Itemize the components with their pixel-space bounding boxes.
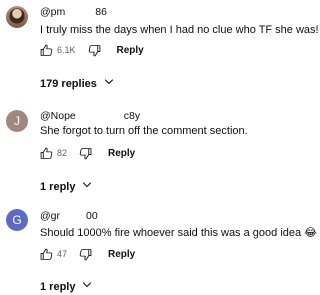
- reply-button[interactable]: Reply: [108, 249, 135, 260]
- reply-button[interactable]: Reply: [108, 148, 135, 159]
- avatar[interactable]: J: [6, 110, 28, 132]
- view-replies-button[interactable]: 179 replies: [40, 76, 115, 91]
- like-count: 6.1K: [57, 45, 76, 55]
- laughing-emoji: 😂: [304, 227, 317, 239]
- like-count: 47: [57, 249, 68, 259]
- comment-text: Should 1000% fire whoever said this was …: [40, 227, 317, 239]
- comment-handle[interactable]: @pm 86: [40, 6, 107, 18]
- comment-text: She forgot to turn off the comment secti…: [40, 125, 248, 137]
- thumbs-down-icon[interactable]: [79, 147, 92, 160]
- reply-button[interactable]: Reply: [117, 45, 144, 56]
- replies-label: 1 reply: [40, 280, 76, 293]
- comment-actions: 6.1K Reply: [40, 42, 144, 58]
- thumbs-up-icon[interactable]: [40, 147, 53, 160]
- avatar[interactable]: [6, 6, 28, 28]
- comment-actions: 47 Reply: [40, 246, 135, 262]
- thumbs-down-icon[interactable]: [79, 248, 92, 261]
- comment-handle[interactable]: @gr 00: [40, 210, 98, 222]
- comment-actions: 82 Reply: [40, 145, 135, 161]
- avatar[interactable]: G: [6, 209, 28, 231]
- view-replies-button[interactable]: 1 reply: [40, 179, 93, 194]
- thumbs-up-icon[interactable]: [40, 44, 53, 57]
- chevron-down-icon: [75, 279, 93, 294]
- like-count: 82: [57, 148, 68, 158]
- view-replies-button[interactable]: 1 reply: [40, 279, 93, 294]
- thumbs-down-icon[interactable]: [88, 44, 101, 57]
- comment-handle[interactable]: @Nope c8y: [40, 110, 140, 122]
- thumbs-up-icon[interactable]: [40, 248, 53, 261]
- chevron-down-icon: [97, 76, 115, 91]
- replies-label: 179 replies: [40, 77, 97, 90]
- chevron-down-icon: [75, 179, 93, 194]
- replies-label: 1 reply: [40, 180, 76, 193]
- comment-text: I truly miss the days when I had no clue…: [40, 24, 319, 36]
